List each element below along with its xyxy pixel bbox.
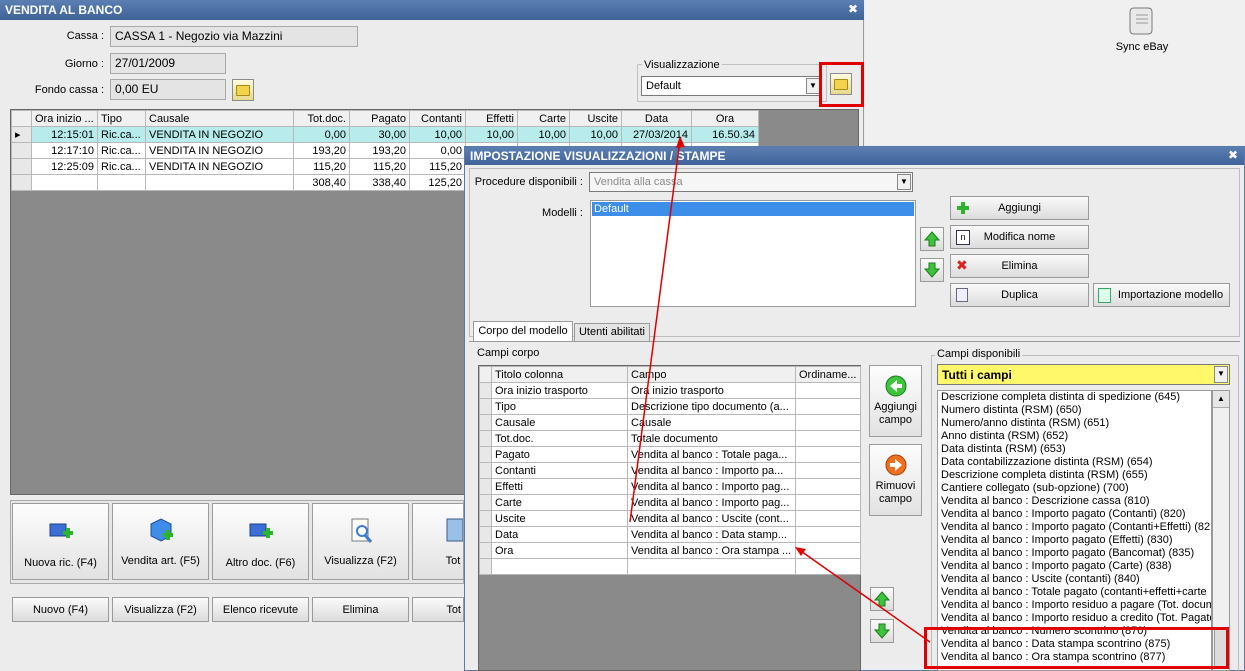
arrow-head — [676, 136, 685, 148]
arrow-line — [797, 548, 931, 643]
arrow-head — [795, 547, 806, 556]
annotation-arrows — [629, 136, 931, 643]
arrow-line — [629, 139, 681, 523]
